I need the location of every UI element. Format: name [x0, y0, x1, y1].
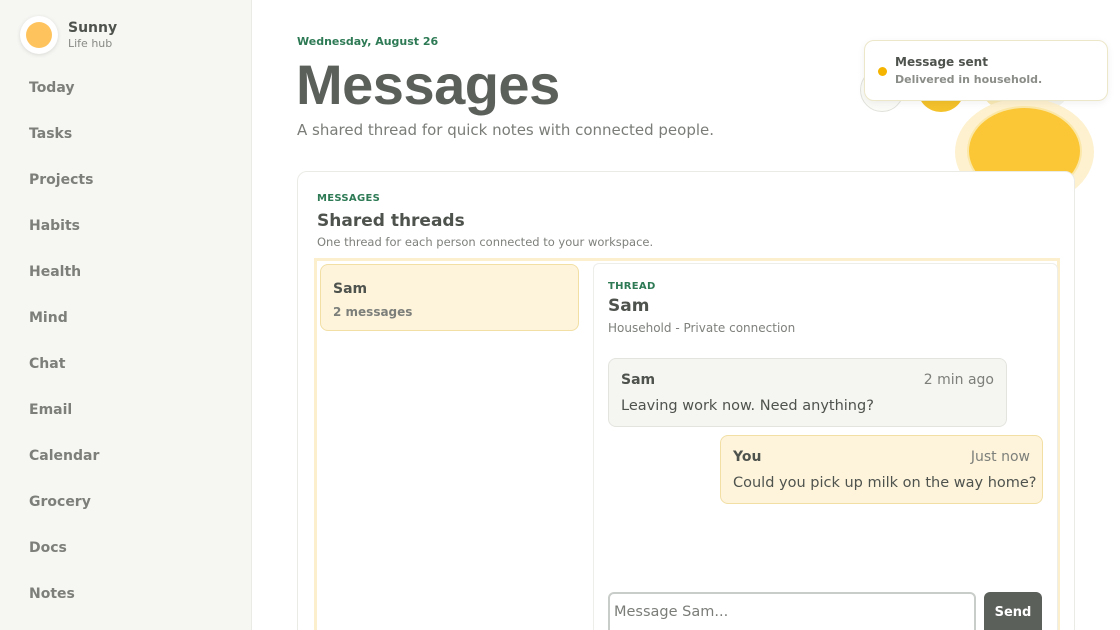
sidebar-item-tasks[interactable]: Tasks [0, 112, 252, 158]
thread-name: Sam [333, 281, 368, 297]
brand-subtitle: Life hub [68, 37, 113, 50]
messages-card: MESSAGES Shared threads One thread for e… [297, 171, 1075, 630]
brand-logo [20, 16, 58, 54]
send-button[interactable]: Send [984, 592, 1042, 630]
message-input[interactable] [608, 592, 976, 630]
thread-pane: THREAD Sam Household - Private connectio… [593, 263, 1058, 630]
brand-text: Sunny Life hub [68, 19, 117, 51]
message-text: Leaving work now. Need anything? [621, 398, 874, 414]
sidebar-nav: Today Tasks Projects Habits Health Mind … [0, 66, 252, 618]
sidebar-item-docs[interactable]: Docs [0, 526, 252, 572]
sidebar-item-habits[interactable]: Habits [0, 204, 252, 250]
sun-icon [26, 22, 52, 48]
page-title: Messages [296, 53, 560, 116]
thread-eyebrow: THREAD [608, 281, 656, 292]
message-author: Sam [621, 372, 656, 388]
threads-panel: Sam 2 messages THREAD Sam Household - Pr… [314, 258, 1060, 630]
message-author: You [733, 449, 762, 465]
message-bubble-incoming: Sam 2 min ago Leaving work now. Need any… [608, 358, 1007, 427]
status-dot-icon [878, 67, 887, 76]
sidebar-item-health[interactable]: Health [0, 250, 252, 296]
thread-title: Sam [608, 296, 650, 316]
thread-subtitle: Household - Private connection [608, 321, 796, 335]
sidebar: Sunny Life hub Today Tasks Projects Habi… [0, 0, 252, 630]
message-timestamp: 2 min ago [923, 372, 994, 388]
card-description: One thread for each person connected to … [317, 235, 654, 249]
message-text: Could you pick up milk on the way home? [733, 475, 1037, 491]
sidebar-item-chat[interactable]: Chat [0, 342, 252, 388]
current-date: Wednesday, August 26 [297, 35, 439, 48]
sidebar-item-calendar[interactable]: Calendar [0, 434, 252, 480]
thread-message-count: 2 messages [333, 305, 413, 319]
sidebar-item-notes[interactable]: Notes [0, 572, 252, 618]
message-timestamp: Just now [970, 449, 1030, 465]
message-bubble-outgoing: You Just now Could you pick up milk on t… [720, 435, 1043, 504]
sidebar-item-projects[interactable]: Projects [0, 158, 252, 204]
sidebar-item-today[interactable]: Today [0, 66, 252, 112]
toast-title: Message sent [895, 55, 988, 69]
sidebar-item-grocery[interactable]: Grocery [0, 480, 252, 526]
toast-body: Delivered in household. [895, 73, 1043, 86]
thread-list-item-sam[interactable]: Sam 2 messages [320, 264, 579, 331]
toast-notification: Message sent Delivered in household. [864, 40, 1108, 101]
brand-name: Sunny [68, 20, 118, 36]
sidebar-item-mind[interactable]: Mind [0, 296, 252, 342]
card-title: Shared threads [317, 211, 465, 231]
page-subtitle: A shared thread for quick notes with con… [297, 121, 715, 139]
sidebar-item-email[interactable]: Email [0, 388, 252, 434]
brand[interactable]: Sunny Life hub [20, 16, 117, 54]
card-eyebrow: MESSAGES [317, 193, 381, 204]
